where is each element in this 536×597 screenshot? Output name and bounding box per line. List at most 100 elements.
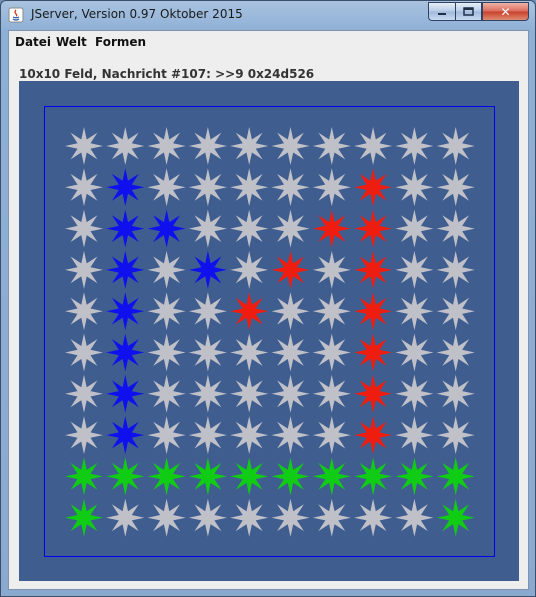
minimize-icon [438,12,446,15]
star-blue [106,250,145,289]
star-silver [147,292,186,331]
star-green [395,457,434,496]
star-silver [147,416,186,455]
star-silver [436,127,475,165]
close-icon: ✕ [500,4,511,19]
star-red [354,374,393,413]
board-canvas[interactable] [19,81,519,581]
star-silver [65,168,103,207]
star-red [271,250,310,289]
star-red [354,168,393,207]
star-silver [271,209,310,248]
star-silver [230,498,269,537]
minimize-button[interactable] [428,2,455,21]
star-silver [312,168,351,207]
star-silver [436,209,475,248]
star-silver [147,498,186,537]
star-silver [188,416,227,455]
star-silver [312,498,351,537]
status-label: 10x10 Feld, Nachricht #107: >>9 0x24d526 [19,67,315,81]
star-green [65,457,103,496]
star-silver [436,250,475,289]
star-silver [188,168,227,207]
star-silver [271,292,310,331]
star-silver [147,250,186,289]
star-blue [106,416,145,455]
star-silver [188,127,227,165]
star-blue [188,250,227,289]
star-silver [312,416,351,455]
star-silver [312,250,351,289]
java-app-icon[interactable] [8,7,24,23]
star-red [354,292,393,331]
star-green [354,457,393,496]
star-silver [271,374,310,413]
star-blue [106,292,145,331]
menu-datei[interactable]: Datei [15,35,51,49]
star-silver [395,292,434,331]
title-bar[interactable]: JServer, Version 0.97 Oktober 2015 ✕ [1,1,535,29]
star-blue [106,333,145,372]
star-silver [395,333,434,372]
menu-welt[interactable]: Welt [56,35,87,49]
star-silver [395,416,434,455]
star-silver [230,127,269,165]
star-green [106,457,145,496]
star-blue [106,168,145,207]
star-green [436,498,475,537]
star-silver [65,127,103,165]
star-silver [230,250,269,289]
star-silver [188,374,227,413]
client-area: Datei Welt Formen 10x10 Feld, Nachricht … [8,30,529,590]
star-silver [354,127,393,165]
star-silver [188,498,227,537]
star-silver [147,374,186,413]
star-silver [147,168,186,207]
star-green [230,457,269,496]
star-red [354,333,393,372]
star-silver [354,498,393,537]
star-silver [106,498,145,537]
star-silver [271,168,310,207]
star-silver [312,127,351,165]
caption-buttons: ✕ [428,2,529,21]
star-green [65,498,103,537]
star-blue [106,374,145,413]
star-silver [271,416,310,455]
star-silver [395,209,434,248]
star-silver [65,250,103,289]
star-silver [312,374,351,413]
star-silver [436,374,475,413]
application-window: JServer, Version 0.97 Oktober 2015 ✕ Dat… [0,0,536,597]
board-svg[interactable] [19,81,519,581]
star-silver [271,333,310,372]
star-silver [312,292,351,331]
star-blue [106,209,145,248]
star-silver [230,333,269,372]
close-button[interactable]: ✕ [482,2,529,21]
menu-formen[interactable]: Formen [95,35,146,49]
star-green [312,457,351,496]
star-silver [395,374,434,413]
maximize-button[interactable] [455,2,482,21]
star-silver [230,168,269,207]
star-green [436,457,475,496]
menu-bar: Datei Welt Formen [9,31,528,53]
maximize-icon [463,7,474,16]
star-silver [436,292,475,331]
star-silver [147,127,186,165]
star-green [188,457,227,496]
star-silver [106,127,145,165]
star-silver [65,209,103,248]
star-red [230,292,269,331]
window-title: JServer, Version 0.97 Oktober 2015 [31,7,243,21]
star-silver [65,292,103,331]
star-silver [65,416,103,455]
star-silver [188,333,227,372]
star-red [354,416,393,455]
star-red [312,209,351,248]
star-red [354,250,393,289]
star-silver [436,416,475,455]
star-silver [436,168,475,207]
star-green [271,457,310,496]
